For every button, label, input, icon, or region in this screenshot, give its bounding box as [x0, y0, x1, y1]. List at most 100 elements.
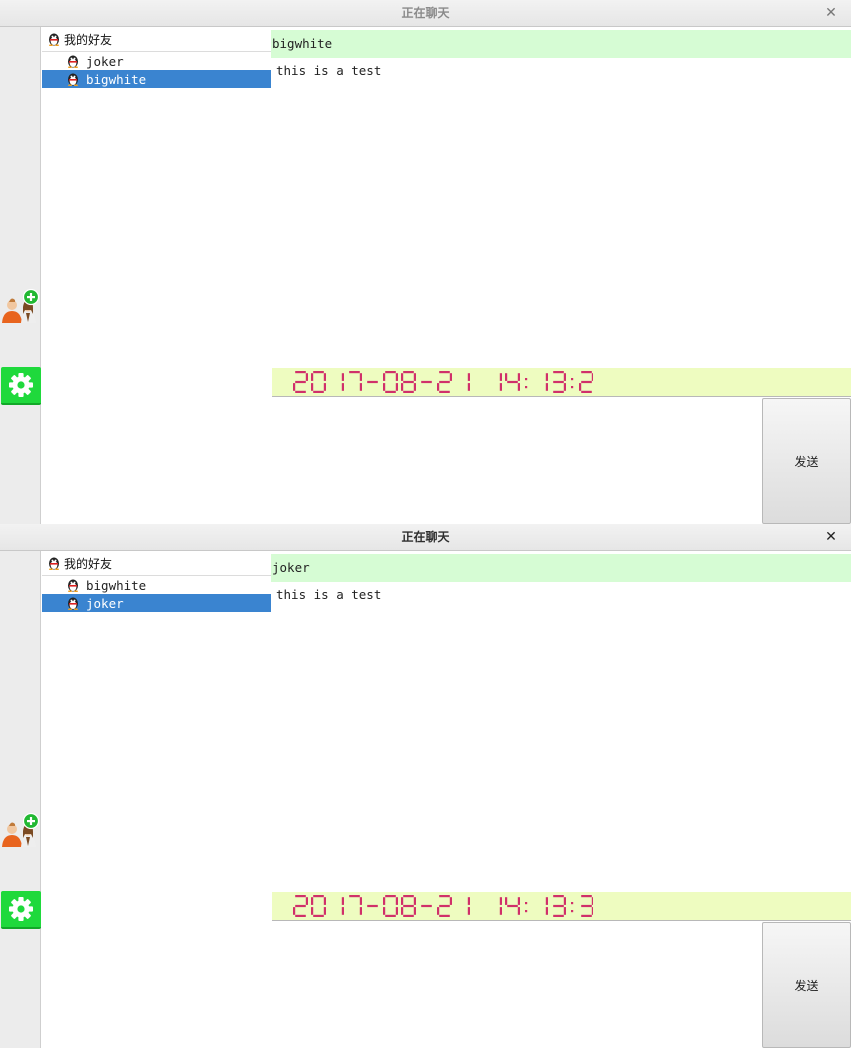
add-friend-icon[interactable]	[0, 288, 42, 331]
qq-penguin-icon	[49, 33, 59, 46]
lcd-segment	[505, 897, 508, 905]
lcd-segment	[403, 904, 414, 908]
lcd-segment	[517, 373, 520, 381]
qq-penguin-icon	[68, 597, 78, 610]
lcd-digit	[499, 373, 502, 391]
lcd-segment	[591, 897, 593, 905]
friend-item-joker[interactable]: joker	[42, 594, 271, 612]
lcd-segment	[401, 907, 404, 915]
lcd-colon	[571, 386, 574, 389]
qq-penguin-icon	[68, 579, 78, 592]
lcd-segment	[359, 897, 362, 905]
gear-icon	[9, 897, 33, 921]
lcd-segment	[341, 897, 344, 905]
lcd-colon	[571, 902, 574, 905]
lcd-digit	[311, 371, 326, 393]
message-display[interactable]: this is a test	[271, 58, 851, 367]
lcd-digit	[311, 895, 326, 917]
add-friend-icon[interactable]	[0, 812, 42, 855]
friend-item-joker[interactable]: joker	[42, 52, 271, 70]
lcd-segment	[341, 383, 344, 391]
window-title: 正在聊天	[401, 6, 450, 20]
lcd-segment	[341, 907, 344, 915]
lcd-segment	[517, 383, 520, 391]
lcd-segment	[545, 373, 548, 381]
send-button[interactable]: 发送	[762, 922, 851, 1048]
close-icon[interactable]: ✕	[823, 0, 839, 27]
lcd-clock	[293, 371, 593, 393]
lcd-digit	[545, 897, 548, 915]
lcd-segment	[413, 373, 416, 381]
friend-group-label: 我的好友	[64, 556, 113, 571]
lcd-segment	[421, 380, 432, 384]
lcd-segment	[499, 907, 502, 915]
lcd-colon	[525, 386, 528, 389]
friend-name: bigwhite	[86, 71, 147, 87]
lcd-segment	[311, 383, 314, 391]
lcd-segment	[295, 914, 306, 917]
message-display[interactable]: this is a test	[271, 582, 851, 891]
chat-area: bigwhite this is a test 发送	[271, 27, 851, 524]
send-button[interactable]: 发送	[762, 398, 851, 524]
title-bar[interactable]: 正在聊天 ✕	[0, 524, 851, 551]
lcd-segment	[449, 373, 452, 381]
lcd-segment	[517, 907, 520, 915]
lcd-colon	[525, 910, 528, 913]
lcd-segment	[349, 895, 360, 898]
close-icon[interactable]: ✕	[823, 524, 839, 551]
lcd-segment	[311, 907, 314, 915]
lcd-digit	[467, 897, 470, 915]
chat-message: this is a test	[276, 63, 382, 78]
lcd-segment	[359, 373, 362, 381]
lcd-segment	[313, 371, 324, 374]
lcd-segment	[467, 907, 470, 915]
lcd-colon	[571, 378, 574, 381]
lcd-segment	[591, 373, 593, 381]
lcd-segment	[545, 383, 548, 391]
lcd-segment	[311, 897, 314, 905]
settings-button[interactable]	[1, 891, 41, 929]
friend-item-bigwhite[interactable]: bigwhite	[42, 576, 271, 594]
lcd-segment	[395, 907, 398, 915]
lcd-segment	[403, 895, 414, 898]
settings-button[interactable]	[1, 367, 41, 405]
lcd-segment	[581, 371, 592, 374]
qq-penguin-icon	[68, 73, 78, 86]
message-input[interactable]	[272, 398, 762, 524]
lcd-digit	[293, 371, 308, 393]
lcd-digit	[421, 904, 432, 908]
lcd-digit	[553, 371, 566, 393]
lcd-segment	[359, 383, 362, 391]
lcd-segment	[421, 904, 432, 908]
lcd-digit	[401, 371, 416, 393]
lcd-segment	[581, 380, 592, 384]
friend-group-header[interactable]: 我的好友	[42, 27, 271, 52]
lcd-segment	[563, 373, 566, 381]
lcd-segment	[403, 371, 414, 374]
lcd-segment	[359, 907, 362, 915]
friend-item-bigwhite[interactable]: bigwhite	[42, 70, 271, 88]
message-input[interactable]	[272, 922, 762, 1048]
lcd-segment	[507, 904, 518, 908]
friends-list: 我的好友 joker bigwhite	[42, 27, 271, 524]
lcd-segment	[395, 383, 398, 391]
lcd-segment	[563, 897, 566, 905]
lcd-segment	[293, 383, 296, 391]
lcd-segment	[323, 907, 326, 915]
lcd-digit	[421, 380, 432, 384]
lcd-segment	[467, 897, 470, 905]
lcd-segment	[553, 371, 564, 374]
lcd-segment	[581, 904, 592, 908]
friend-name: joker	[86, 53, 124, 69]
lcd-segment	[507, 380, 518, 384]
lcd-segment	[439, 895, 450, 898]
lcd-segment	[553, 380, 564, 384]
title-bar[interactable]: 正在聊天 ✕	[0, 0, 851, 27]
clock-display	[272, 892, 851, 921]
lcd-segment	[323, 897, 326, 905]
chat-area: joker this is a test 发送	[271, 551, 851, 1048]
lcd-segment	[305, 373, 308, 381]
friend-group-header[interactable]: 我的好友	[42, 551, 271, 576]
lcd-digit	[579, 371, 593, 393]
chat-message: this is a test	[276, 587, 382, 602]
